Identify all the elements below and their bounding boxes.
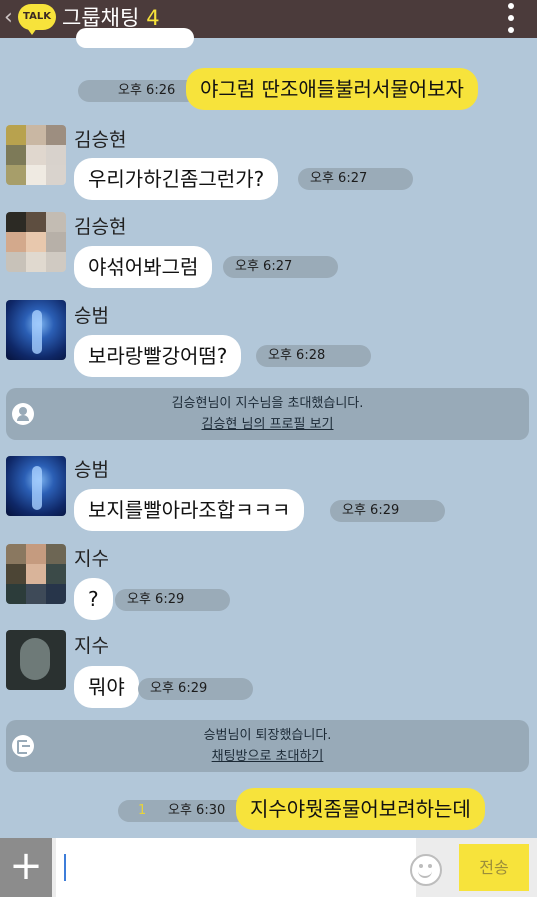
member-count: 4 bbox=[146, 6, 160, 30]
system-notice: 승범님이 퇴장했습니다. 채팅방으로 초대하기 bbox=[6, 720, 529, 772]
send-button[interactable]: 전송 bbox=[459, 844, 529, 891]
message-input[interactable] bbox=[56, 838, 416, 897]
input-bar: + 전송 bbox=[0, 838, 537, 897]
sender-name: 지수 bbox=[74, 635, 109, 657]
exit-icon bbox=[12, 735, 34, 757]
notice-text: 김승현님이 지수님을 초대했습니다. bbox=[171, 396, 364, 411]
sender-avatar[interactable] bbox=[6, 456, 66, 516]
chat-title-text: 그룹채팅 bbox=[62, 6, 140, 30]
message-bubble[interactable]: 뭐야 bbox=[74, 666, 139, 708]
message-time: 오후 6:29 bbox=[138, 678, 253, 700]
smiley-icon[interactable] bbox=[410, 854, 442, 886]
message-time: 오후 6:29 bbox=[115, 589, 230, 611]
chat-area[interactable]: 오후 6:26 야그럼 딴조애들불러서물어보자 김승현 우리가하긴좀그런가? 오… bbox=[0, 28, 537, 838]
message-bubble[interactable]: 보라랑빨강어떰? bbox=[74, 335, 242, 377]
message-time: 오후 6:28 bbox=[256, 345, 371, 367]
message-time: 오후 6:26 bbox=[78, 80, 198, 102]
message-time: 오후 6:27 bbox=[298, 168, 413, 190]
sender-avatar[interactable] bbox=[6, 630, 66, 690]
user-icon bbox=[12, 403, 34, 425]
cut-off-bubble bbox=[76, 28, 194, 48]
my-message-bubble[interactable]: 야그럼 딴조애들불러서물어보자 bbox=[186, 68, 478, 110]
view-profile-link[interactable]: 김승현 님의 프로필 보기 bbox=[6, 414, 529, 436]
kakaotalk-logo[interactable]: TALK bbox=[18, 4, 56, 35]
invite-to-chat-link[interactable]: 채팅방으로 초대하기 bbox=[6, 746, 529, 768]
sender-name: 승범 bbox=[74, 305, 109, 327]
message-time-text: 오후 6:30 bbox=[168, 803, 226, 818]
sender-name: 김승현 bbox=[74, 129, 127, 151]
message-time: 오후 6:29 bbox=[330, 500, 445, 522]
text-caret bbox=[64, 854, 66, 881]
message-time: 1 오후 6:30 bbox=[118, 800, 248, 822]
sender-avatar[interactable] bbox=[6, 125, 66, 185]
sender-name: 지수 bbox=[74, 548, 109, 570]
my-message-bubble[interactable]: 지수야뭣좀물어보려하는데 bbox=[236, 788, 485, 830]
message-bubble[interactable]: 보지를빨아라조합ㅋㅋㅋ bbox=[74, 489, 305, 531]
attach-plus-button[interactable]: + bbox=[0, 838, 52, 897]
message-time: 오후 6:27 bbox=[223, 256, 338, 278]
notice-text: 승범님이 퇴장했습니다. bbox=[203, 728, 332, 743]
sender-avatar[interactable] bbox=[6, 300, 66, 360]
sender-avatar[interactable] bbox=[6, 544, 66, 604]
sender-avatar[interactable] bbox=[6, 212, 66, 272]
message-bubble[interactable]: ? bbox=[74, 578, 113, 620]
message-bubble[interactable]: 우리가하긴좀그런가? bbox=[74, 158, 279, 200]
more-menu-icon[interactable] bbox=[505, 2, 517, 34]
message-bubble[interactable]: 야섞어봐그럼 bbox=[74, 246, 213, 288]
system-notice: 김승현님이 지수님을 초대했습니다. 김승현 님의 프로필 보기 bbox=[6, 388, 529, 440]
unread-count: 1 bbox=[138, 803, 147, 818]
back-chevron-icon[interactable]: ‹ bbox=[4, 4, 13, 32]
sender-name: 승범 bbox=[74, 459, 109, 481]
sender-name: 김승현 bbox=[74, 216, 127, 238]
